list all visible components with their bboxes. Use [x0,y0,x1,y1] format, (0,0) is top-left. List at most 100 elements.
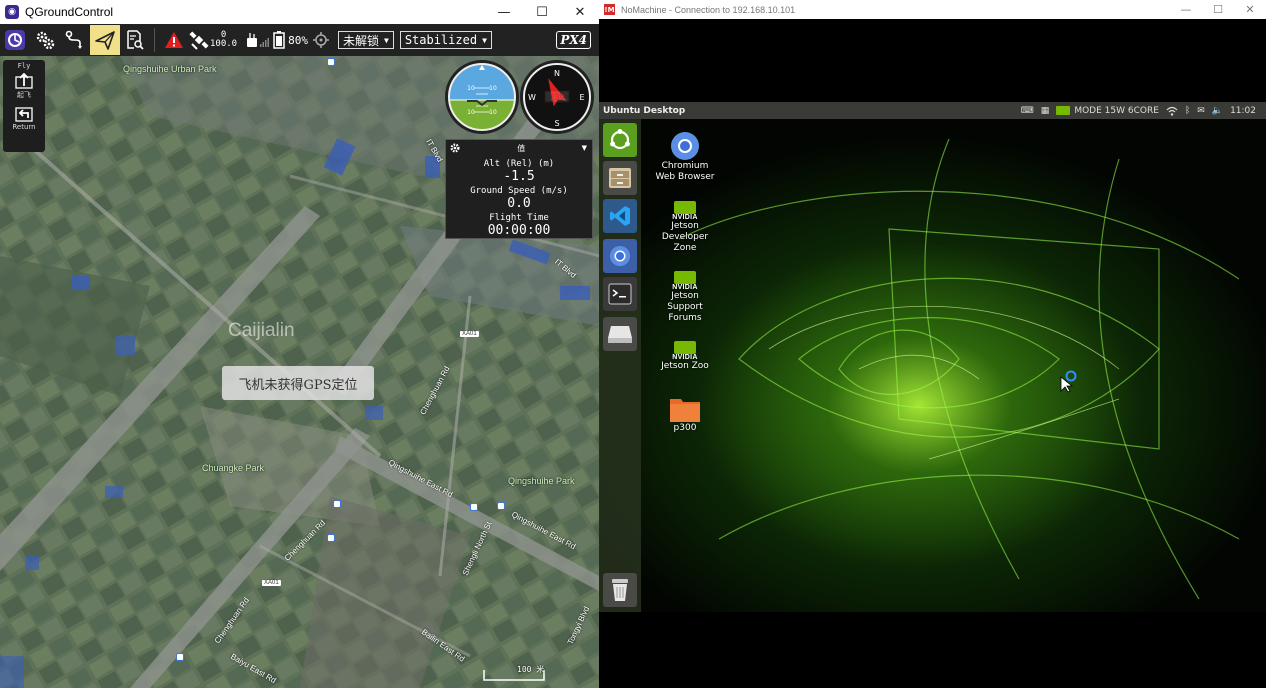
desktop-icon-chromium[interactable]: Chromium Web Browser [655,131,715,183]
fly-view-button[interactable] [90,25,120,55]
plan-view-button[interactable] [60,25,90,55]
rtk-indicator[interactable] [310,25,332,55]
system-monitor-icon[interactable]: ▦ [1041,106,1050,116]
road-badge: XA01 [262,580,281,586]
qgc-logo-icon [5,30,25,50]
rc-transmitter-icon [247,33,270,47]
maximize-button[interactable]: ☐ [1202,0,1234,19]
nomachine-titlebar[interactable]: !M NoMachine - Connection to 192.168.10.… [599,0,1266,19]
nvidia-logo-icon [674,201,696,214]
analyze-view-button[interactable] [120,25,150,55]
close-button[interactable]: ✕ [1234,0,1266,19]
map-scale-text: 100 米 [517,665,545,674]
route-icon [65,30,82,49]
takeoff-button[interactable]: 起飞 [14,73,34,100]
clock[interactable]: 11:02 [1230,106,1256,116]
artificial-horizon-graphic: 10 10 10 10 [448,63,516,131]
mouse-cursor-icon [1060,370,1077,393]
bus-stop-icon [470,503,478,511]
launcher-terminal-button[interactable] [603,277,637,311]
flight-mode-value: Stabilized [404,33,478,47]
pitch-mark: 10 [467,109,475,116]
vehicle-setup-button[interactable] [30,25,60,55]
qgroundcontrol-window: ◉ QGroundControl — ☐ ✕ 0 100.0 80% 未解锁 ▼… [0,0,599,688]
ubuntu-panel-title: Ubuntu Desktop [603,105,686,116]
desktop-icon-jetson-developer-zone[interactable]: NVIDIA Jetson Developer Zone [655,201,715,254]
desktop-icon-label: Chromium Web Browser [655,161,715,182]
wifi-icon[interactable] [1166,106,1178,116]
desktop-icon-jetson-zoo[interactable]: NVIDIA Jetson Zoo [655,341,715,372]
place-label: Chuangke Park [202,463,265,473]
bus-stop-icon [327,534,335,542]
return-icon [15,107,33,122]
launcher-drive-button[interactable] [603,317,637,351]
flight-time-value: 00:00:00 [487,223,551,238]
launcher-dash-button[interactable] [603,123,637,157]
pitch-mark: 10 [467,85,475,92]
launcher-files-button[interactable] [603,161,637,195]
desktop-icon-jetson-support-forums[interactable]: NVIDIA Jetson Support Forums [655,271,715,324]
desktop-icon-p300-folder[interactable]: p300 [655,395,715,434]
mail-icon[interactable]: ✉ [1197,106,1205,116]
warning-icon [165,32,183,48]
maximize-button[interactable]: ☐ [523,0,561,24]
bus-stop-icon [327,58,335,66]
launcher-chromium-button[interactable] [603,239,637,273]
gear-icon[interactable] [449,142,461,154]
minimize-button[interactable]: — [1170,0,1202,19]
screen: ◉ QGroundControl — ☐ ✕ 0 100.0 80% 未解锁 ▼… [0,0,1266,688]
power-mode-indicator[interactable]: MODE 15W 6CORE [1056,106,1159,116]
nomachine-window-title: NoMachine - Connection to 192.168.10.101 [621,4,796,15]
chromium-icon [671,132,699,160]
compass-point-n: N [554,69,560,78]
minimize-button[interactable]: — [485,0,523,24]
close-button[interactable]: ✕ [561,0,599,24]
bus-stop-icon [176,653,184,661]
toolbar-divider [154,28,155,52]
ground-speed-value: 0.0 [507,196,531,211]
messages-indicator[interactable] [159,25,189,55]
return-label: Return [12,123,36,131]
values-panel-header: 值 ▼ [446,140,592,156]
chevron-down-icon: ▼ [482,35,487,45]
paper-plane-icon [95,31,115,50]
rc-rssi-indicator[interactable] [243,25,273,55]
compass-point-e: E [579,93,584,102]
values-panel-title: 值 [517,143,526,153]
qgc-home-button[interactable] [0,25,30,55]
arm-state-dropdown[interactable]: 未解锁 ▼ [337,31,394,49]
keyboard-icon[interactable]: ⌨ [1021,106,1034,116]
return-button[interactable]: Return [12,106,36,131]
px4-logo: PX4 [556,31,591,49]
flight-mode-dropdown[interactable]: Stabilized ▼ [399,31,492,49]
desktop-icon-label: Jetson Support Forums [667,291,703,323]
chevron-down-icon[interactable]: ▼ [582,144,587,152]
power-mode-text: MODE 15W 6CORE [1074,105,1159,116]
qgc-toolbar: 0 100.0 80% 未解锁 ▼ Stabilized ▼ PX4 [0,24,599,56]
launcher-trash-button[interactable] [603,573,637,607]
bluetooth-icon[interactable]: ᛒ [1185,106,1190,116]
alt-value: -1.5 [503,169,535,184]
nomachine-window: !M NoMachine - Connection to 192.168.10.… [599,0,1266,688]
qgc-titlebar[interactable]: ◉ QGroundControl — ☐ ✕ [0,0,599,24]
ubuntu-logo-icon [610,129,630,150]
nvidia-icon [1056,106,1071,115]
desktop-icon-label: Jetson Zoo [661,361,709,371]
launcher-vscode-button[interactable] [603,199,637,233]
battery-icon [273,31,285,49]
crosshair-icon [312,32,329,48]
gps-indicator[interactable]: 0 100.0 [189,30,237,50]
ubuntu-desktop[interactable]: Chromium Web Browser NVIDIA Jetson Devel… [599,119,1266,612]
qgc-app-icon: ◉ [5,5,19,19]
disk-drive-icon [608,326,632,343]
compass-point-s: S [554,119,559,128]
battery-indicator[interactable]: 80% [273,31,308,49]
volume-icon[interactable]: 🔈 [1212,106,1223,116]
wifi-icon-graphic [1166,106,1178,116]
file-cabinet-icon [609,168,631,188]
pitch-mark: 10 [489,85,497,92]
document-search-icon [127,30,144,50]
bus-stop-icon [333,500,341,508]
terminal-icon [608,283,632,305]
desktop-icon-label: p300 [673,423,697,433]
